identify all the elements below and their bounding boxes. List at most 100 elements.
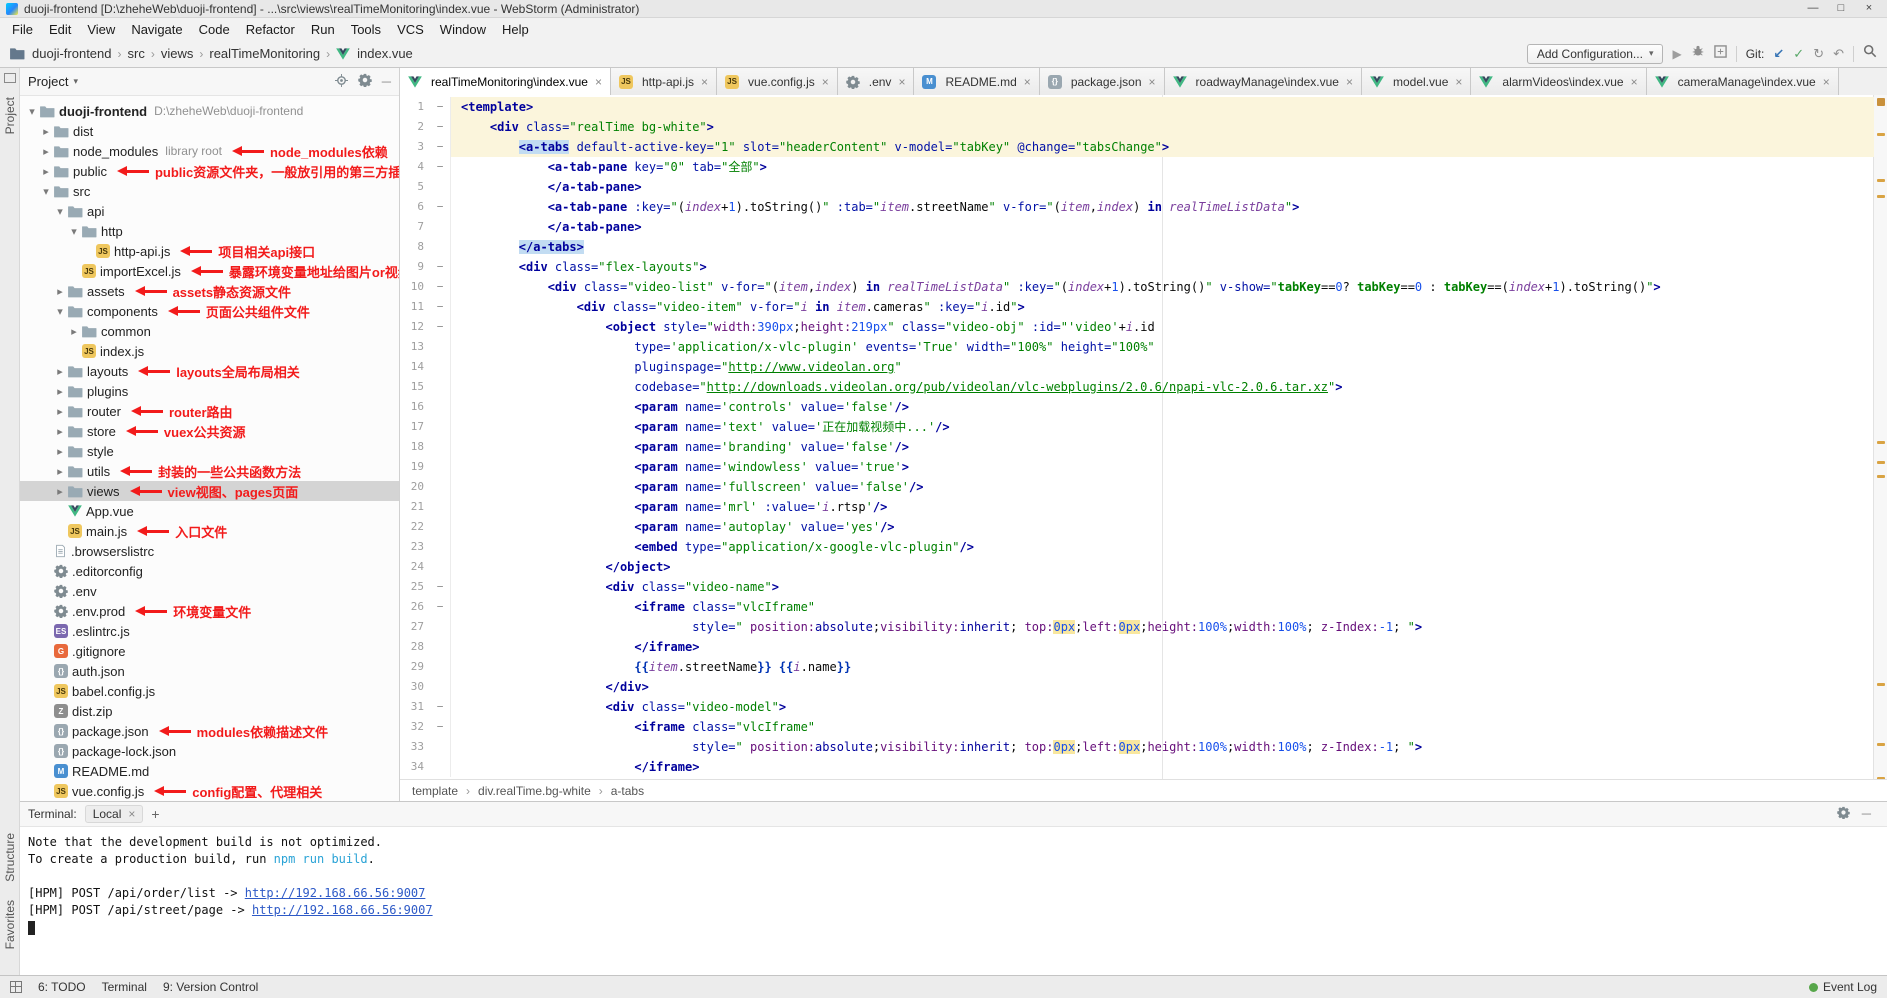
chevron-down-icon[interactable]: ▾ [26,105,38,118]
code-line[interactable]: 11− <div class="video-item" v-for="i in … [400,297,1874,317]
code-line[interactable]: 25− <div class="video-name"> [400,577,1874,597]
menu-run[interactable]: Run [303,19,343,40]
code-line[interactable]: 28 </iframe> [400,637,1874,657]
fold-marker[interactable]: − [430,577,451,597]
tree-item-.browserslistrc[interactable]: .browserslistrc [20,541,399,561]
code-line[interactable]: 8 </a-tabs> [400,237,1874,257]
chevron-right-icon[interactable]: ▸ [54,425,66,438]
code-line[interactable]: 5 </a-tab-pane> [400,177,1874,197]
tree-item-src[interactable]: ▾src [20,181,399,201]
chevron-right-icon[interactable]: ▸ [54,285,66,298]
code-line[interactable]: 26− <iframe class="vlcIframe" [400,597,1874,617]
chevron-right-icon[interactable]: ▸ [54,365,66,378]
breadcrumb-item-duoji-frontend[interactable]: duoji-frontend [10,46,112,61]
editor-tab-package.json[interactable]: {}package.json× [1040,68,1165,95]
stripe-label-structure[interactable]: Structure [3,833,17,882]
terminal-link[interactable]: http://192.168.66.56:9007 [245,886,426,900]
chevron-right-icon[interactable]: ▸ [54,445,66,458]
code-line[interactable]: 7 </a-tab-pane> [400,217,1874,237]
editor-tab-.env[interactable]: .env× [838,68,915,95]
tree-item-.gitignore[interactable]: G.gitignore [20,641,399,661]
tree-item-public[interactable]: ▸publicpublic资源文件夹，一般放引用的第三方插件 [20,161,399,181]
fold-marker[interactable]: − [430,117,451,137]
statusbar--version-control[interactable]: 9: Version Control [163,980,258,994]
code-line[interactable]: 2− <div class="realTime bg-white"> [400,117,1874,137]
tree-item-README.md[interactable]: MREADME.md [20,761,399,781]
code-line[interactable]: 34 </iframe> [400,757,1874,777]
close-icon[interactable]: × [1346,75,1353,89]
tree-item-plugins[interactable]: ▸plugins [20,381,399,401]
fold-marker[interactable]: − [430,697,451,717]
code-line[interactable]: 21 <param name='mrl' :value='i.rtsp'/> [400,497,1874,517]
terminal-settings-icon[interactable] [1837,806,1850,822]
git-update-icon[interactable]: ↙ [1773,47,1784,61]
tree-item-package.json[interactable]: {}package.jsonmodules依赖描述文件 [20,721,399,741]
breadcrumb-item-src[interactable]: src [128,46,145,61]
warning-mark-icon[interactable] [1877,743,1885,746]
warning-mark-icon[interactable] [1877,441,1885,444]
tree-item-dist[interactable]: ▸dist [20,121,399,141]
chevron-down-icon[interactable]: ▾ [54,205,66,218]
locate-file-icon[interactable] [335,74,348,90]
menu-code[interactable]: Code [191,19,238,40]
warning-mark-icon[interactable] [1877,475,1885,478]
menu-navigate[interactable]: Navigate [123,19,190,40]
tree-item-babel.config.js[interactable]: JSbabel.config.js [20,681,399,701]
git-rollback-icon[interactable]: ↶ [1833,47,1844,61]
editor-tab-vue.config.js[interactable]: JSvue.config.js× [717,68,838,95]
fold-marker[interactable]: − [430,717,451,737]
editor-tab-model.vue[interactable]: model.vue× [1362,68,1471,95]
error-stripe[interactable] [1873,95,1887,780]
chevron-right-icon[interactable]: ▸ [54,465,66,478]
tree-item-api[interactable]: ▾api [20,201,399,221]
tree-item-App.vue[interactable]: App.vue [20,501,399,521]
chevron-right-icon[interactable]: ▸ [40,165,52,178]
code-editor[interactable]: 1−<template>2− <div class="realTime bg-w… [400,95,1887,780]
add-configuration-button[interactable]: Add Configuration...▾ [1527,44,1664,64]
terminal-tab-local[interactable]: Local × [85,805,144,823]
code-line[interactable]: 30 </div> [400,677,1874,697]
code-line[interactable]: 22 <param name='autoplay' value='yes'/> [400,517,1874,537]
code-line[interactable]: 19 <param name='windowless' value='true'… [400,457,1874,477]
code-line[interactable]: 29 {{item.streetName}} {{i.name}} [400,657,1874,677]
breadcrumb-item-index.vue[interactable]: index.vue [336,46,413,61]
terminal-link[interactable]: http://192.168.66.56:9007 [252,903,433,917]
tree-item-main.js[interactable]: JSmain.js入口文件 [20,521,399,541]
tree-item-components[interactable]: ▾components页面公共组件文件 [20,301,399,321]
code-line[interactable]: 9− <div class="flex-layouts"> [400,257,1874,277]
tree-item-common[interactable]: ▸common [20,321,399,341]
menu-tools[interactable]: Tools [343,19,389,40]
editor-tab-realTimeMonitoring-index.vue[interactable]: realTimeMonitoring\index.vue× [400,68,611,95]
close-icon[interactable]: × [1823,75,1830,89]
tool-windows-icon[interactable] [4,73,16,83]
code-line[interactable]: 17 <param name='text' value='正在加载视频中...'… [400,417,1874,437]
tree-item-index.js[interactable]: JSindex.js [20,341,399,361]
tree-item-importExcel.js[interactable]: JSimportExcel.js暴露环境变量地址给图片or视频资源路径全局变量 [20,261,399,281]
git-history-icon[interactable]: ↻ [1813,47,1824,61]
close-icon[interactable]: × [701,75,708,89]
close-icon[interactable]: × [1455,75,1462,89]
menu-edit[interactable]: Edit [41,19,79,40]
chevron-down-icon[interactable]: ▾ [40,185,52,198]
warning-mark-icon[interactable] [1877,195,1885,198]
code-line[interactable]: 10− <div class="video-list" v-for="(item… [400,277,1874,297]
chevron-right-icon[interactable]: ▸ [40,145,52,158]
tree-item-utils[interactable]: ▸utils封装的一些公共函数方法 [20,461,399,481]
breadcrumb-item-realTimeMonitoring[interactable]: realTimeMonitoring [209,46,320,61]
menu-window[interactable]: Window [432,19,494,40]
stripe-label-project[interactable]: Project [3,97,17,134]
chevron-right-icon[interactable]: ▸ [40,125,52,138]
tree-item-.editorconfig[interactable]: .editorconfig [20,561,399,581]
tool-window-toggler-icon[interactable] [10,981,22,993]
fold-marker[interactable]: − [430,317,451,337]
code-line[interactable]: 33 style=" position:absolute;visibility:… [400,737,1874,757]
code-line[interactable]: 4− <a-tab-pane key="0" tab="全部"> [400,157,1874,177]
tree-item-duoji-frontend[interactable]: ▾duoji-frontendD:\zheheWeb\duoji-fronten… [20,101,399,121]
code-line[interactable]: 15 codebase="http://downloads.videolan.o… [400,377,1874,397]
warning-mark-icon[interactable] [1877,179,1885,182]
run-button[interactable]: ▶ [1672,47,1681,61]
code-line[interactable]: 6− <a-tab-pane :key="(index+1).toString(… [400,197,1874,217]
menu-refactor[interactable]: Refactor [238,19,303,40]
fold-marker[interactable]: − [430,257,451,277]
chevron-right-icon[interactable]: ▸ [68,325,80,338]
